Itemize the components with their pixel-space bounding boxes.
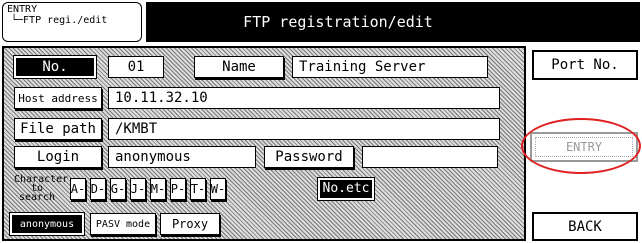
pasv-mode-toggle[interactable]: PASV mode bbox=[90, 213, 156, 235]
name-field[interactable]: Training Server bbox=[292, 56, 488, 78]
anonymous-toggle[interactable]: anonymous bbox=[9, 212, 85, 236]
key-w-button[interactable]: W- bbox=[210, 177, 226, 200]
breadcrumb-root: ENTRY bbox=[7, 4, 38, 15]
proxy-button[interactable]: Proxy bbox=[160, 213, 220, 235]
number-field[interactable]: 01 bbox=[108, 56, 164, 78]
key-a-button[interactable]: A- bbox=[70, 177, 86, 200]
key-t-button[interactable]: T- bbox=[190, 177, 206, 200]
row-number-name: No. 01 Name Training Server bbox=[13, 55, 488, 79]
key-d-button[interactable]: D- bbox=[90, 177, 106, 200]
row-host: Host address 10.11.32.10 bbox=[14, 87, 500, 109]
host-address-field[interactable]: 10.11.32.10 bbox=[108, 87, 500, 109]
back-button[interactable]: BACK bbox=[532, 212, 638, 241]
breadcrumb-current: └─FTP regi./edit bbox=[11, 15, 108, 26]
row-login: Login anonymous Password bbox=[14, 146, 498, 168]
character-search-label: Character to search bbox=[14, 175, 68, 203]
options-row: anonymous PASV mode Proxy bbox=[9, 212, 220, 236]
login-field[interactable]: anonymous bbox=[108, 146, 256, 168]
breadcrumb: ENTRY └─FTP regi./edit bbox=[2, 2, 142, 42]
character-search-label-line2: to search bbox=[18, 183, 56, 203]
row-path: File path /KMBT bbox=[14, 118, 500, 140]
character-search-bar: Character to search A- D- G- J- M- P- T-… bbox=[14, 175, 375, 203]
no-etc-button[interactable]: No.etc bbox=[317, 176, 375, 201]
key-g-button[interactable]: G- bbox=[110, 177, 126, 200]
key-p-button[interactable]: P- bbox=[170, 177, 186, 200]
file-path-button[interactable]: File path bbox=[14, 118, 102, 140]
settings-panel: No. 01 Name Training Server Host address… bbox=[2, 46, 526, 241]
login-button[interactable]: Login bbox=[14, 146, 102, 168]
page-title: FTP registration/edit bbox=[243, 13, 433, 31]
key-j-button[interactable]: J- bbox=[130, 177, 146, 200]
name-button[interactable]: Name bbox=[194, 56, 284, 78]
title-bar: FTP registration/edit bbox=[146, 2, 640, 42]
host-address-button[interactable]: Host address bbox=[14, 87, 102, 109]
no-button[interactable]: No. bbox=[13, 55, 97, 79]
file-path-field[interactable]: /KMBT bbox=[108, 118, 500, 140]
highlight-circle bbox=[521, 118, 641, 174]
key-m-button[interactable]: M- bbox=[150, 177, 166, 200]
port-no-button[interactable]: Port No. bbox=[532, 50, 638, 80]
password-button[interactable]: Password bbox=[264, 146, 354, 168]
password-field[interactable] bbox=[362, 146, 498, 168]
